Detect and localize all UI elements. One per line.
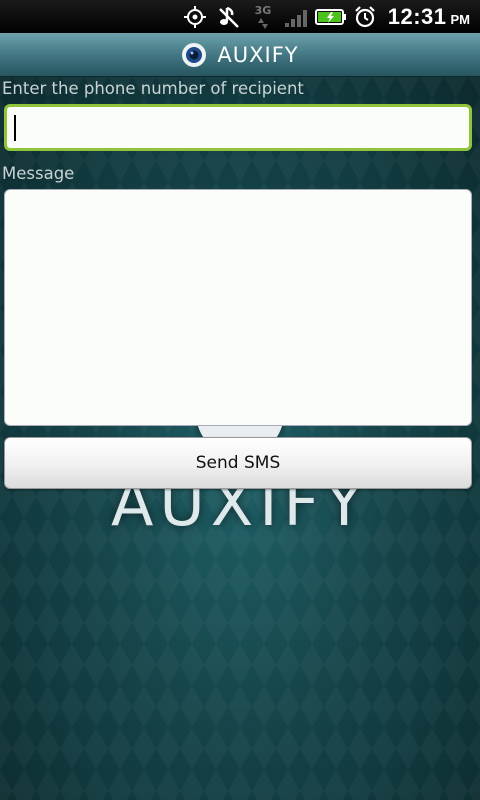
network-3g-label: 3G — [254, 4, 271, 17]
message-input[interactable] — [4, 189, 472, 426]
app-title: AUXIFY — [217, 42, 299, 67]
signal-icon — [280, 0, 314, 33]
status-ampm: PM — [450, 12, 471, 27]
mute-icon — [212, 0, 246, 33]
phone-label: Enter the phone number of recipient — [2, 79, 304, 98]
battery-icon — [314, 0, 348, 33]
status-icons: 3G 12:31 PM — [178, 0, 480, 33]
text-cursor — [14, 115, 16, 141]
gps-icon — [178, 0, 212, 33]
status-time: 12:31 — [387, 3, 447, 29]
message-label: Message — [2, 164, 75, 183]
network-3g-icon: 3G — [246, 0, 280, 33]
app-logo-icon — [182, 42, 207, 67]
phone-input[interactable] — [4, 104, 472, 151]
alarm-icon — [348, 0, 382, 33]
send-sms-button[interactable]: Send SMS — [4, 437, 472, 489]
status-bar: 3G 12:31 PM — [0, 0, 480, 33]
app-title-bar: AUXIFY — [0, 33, 480, 77]
